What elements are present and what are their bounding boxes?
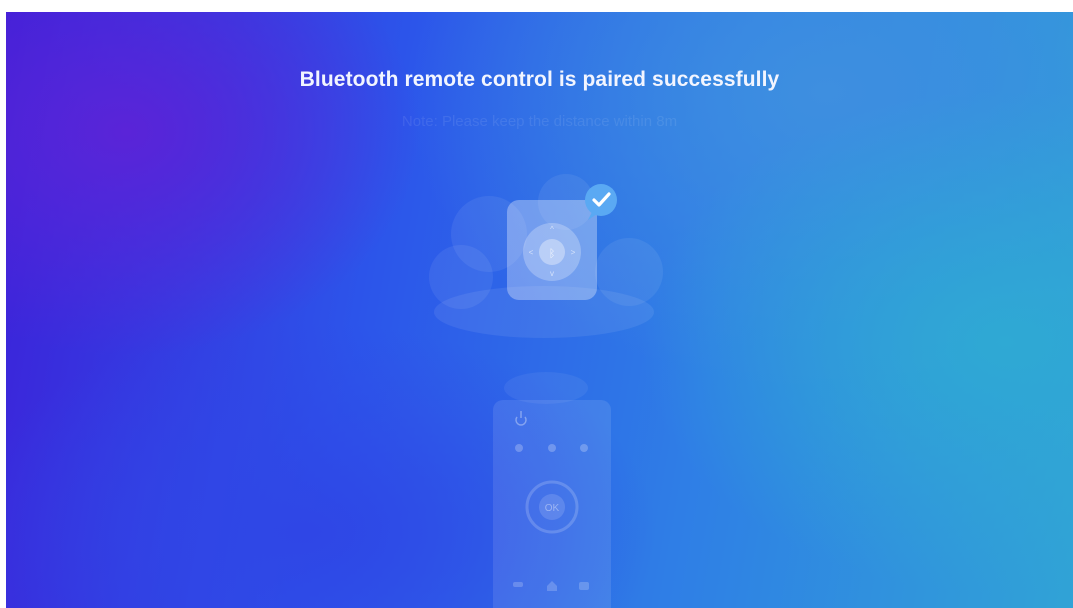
svg-text:v: v — [550, 269, 554, 278]
tv-frame: Bluetooth remote control is paired succe… — [0, 0, 1073, 608]
remote-shadow-top — [504, 372, 588, 404]
back-icon — [513, 582, 523, 587]
ok-label: OK — [545, 503, 560, 514]
tv-screen: Bluetooth remote control is paired succe… — [6, 12, 1073, 608]
remote-paired-illustration: ᛒ ^ v < > — [429, 174, 663, 338]
pairing-success-title: Bluetooth remote control is paired succe… — [299, 68, 780, 91]
svg-text:<: < — [529, 248, 534, 257]
distance-note: Note: Please keep the distance within 8m — [401, 113, 678, 130]
svg-text:>: > — [571, 248, 576, 257]
svg-text:^: ^ — [550, 225, 554, 234]
remote-control-icon: ᛒ ^ v < > — [507, 200, 597, 300]
bluetooth-icon: ᛒ — [549, 247, 556, 260]
menu-icon — [579, 582, 589, 590]
remote-control-icon: OK — [493, 372, 611, 608]
